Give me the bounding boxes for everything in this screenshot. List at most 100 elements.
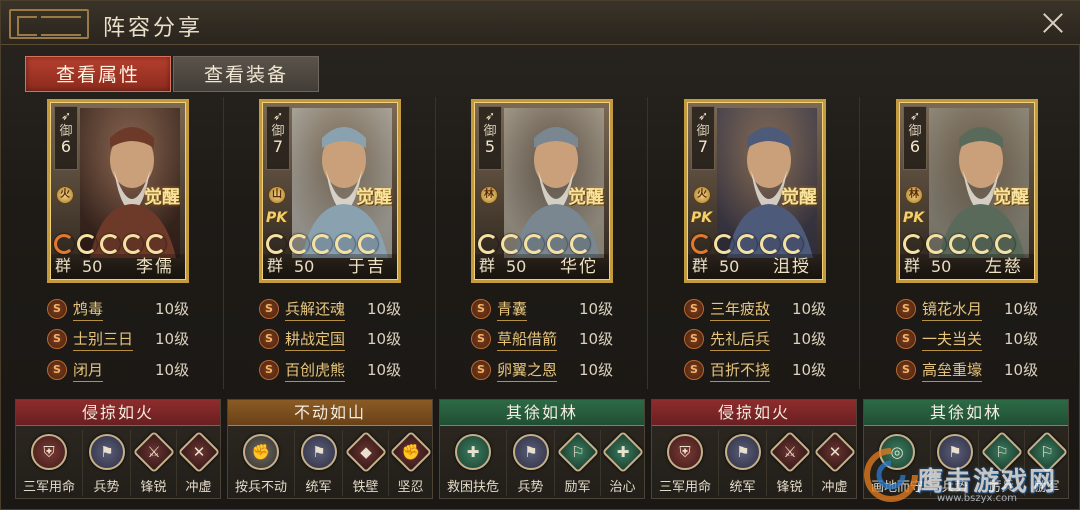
defense-tag: ➶ 御 6: [54, 106, 78, 170]
skill-name[interactable]: 三年疲敌: [710, 298, 771, 321]
tactic-name: 统军: [305, 480, 332, 495]
tactic-group-header: 侵掠如火: [16, 400, 220, 426]
star-rating: [691, 234, 803, 254]
tactic-item[interactable]: ⚑ 统军: [718, 430, 766, 496]
skill-grade-icon: S: [471, 360, 491, 380]
tactic-group-header: 其徐如林: [864, 400, 1068, 426]
tactic-item[interactable]: ⛨ 三军用命: [652, 430, 718, 496]
awakened-badge: 觉醒: [993, 187, 1029, 208]
skill-name[interactable]: 一夫当关: [922, 328, 983, 351]
skill-row[interactable]: S 草船借箭 10级: [471, 327, 631, 351]
skill-name[interactable]: 青囊: [497, 298, 528, 321]
hero-faction: 群: [55, 256, 72, 275]
tactic-item[interactable]: ⚔ 锋锐: [130, 430, 176, 496]
skill-level: 10级: [579, 361, 614, 379]
hero-level: 50: [719, 257, 740, 276]
skill-row[interactable]: S 闭月 10级: [47, 358, 207, 382]
skill-name[interactable]: 百创虎熊: [285, 359, 346, 382]
shield-icon: ⛨: [667, 434, 703, 470]
tactic-group: 其徐如林 ✚ 救困扶危 ⚑ 兵势 ⚐ 励军 ✚ 治心: [439, 399, 645, 499]
hero-card[interactable]: ➶ 御 5 林 觉醒 群 50 华佗: [471, 99, 613, 283]
skill-row[interactable]: S 一夫当关 10级: [896, 327, 1056, 351]
awakened-badge: 觉醒: [781, 187, 817, 208]
skill-row[interactable]: S 青囊 10级: [471, 297, 631, 321]
tab-view-attributes[interactable]: 查看属性: [25, 56, 171, 92]
tactic-item[interactable]: ⚑ 兵势: [506, 430, 554, 496]
skill-row[interactable]: S 耕战定国 10级: [259, 327, 419, 351]
skill-row[interactable]: S 镜花水月 10级: [896, 297, 1056, 321]
banner-icon: ⚑: [725, 434, 761, 470]
tactic-item[interactable]: ⚑ 兵势: [82, 430, 130, 496]
defense-tag: ➶ 御 5: [478, 106, 502, 170]
weapon-icon: ➶: [697, 109, 709, 123]
skill-name[interactable]: 闭月: [73, 359, 104, 382]
skill-level: 10级: [1004, 361, 1039, 379]
skill-name[interactable]: 耕战定国: [285, 328, 346, 351]
hero-card[interactable]: ➶ 御 7 火 PK 觉醒 群 50 沮授: [684, 99, 826, 283]
star-icon: [524, 234, 544, 254]
title-bar: 阵容分享: [1, 1, 1080, 45]
skill-row[interactable]: S 兵解还魂 10级: [259, 297, 419, 321]
skill-row[interactable]: S 鸩毒 10级: [47, 297, 207, 321]
hero-card[interactable]: ➶ 御 6 火 觉醒 群 50 李儒: [47, 99, 189, 283]
tactic-item[interactable]: ⚑ 统军: [294, 430, 342, 496]
tactic-name: 铁壁: [352, 480, 379, 495]
star-icon: [926, 234, 946, 254]
skill-name[interactable]: 卵翼之恩: [497, 359, 558, 382]
star-icon: [289, 234, 309, 254]
skill-level: 10级: [579, 330, 614, 348]
tab-view-equipment[interactable]: 查看装备: [173, 56, 319, 92]
tactic-item[interactable]: ✊ 坚忍: [388, 430, 433, 496]
tactic-group-header: 其徐如林: [440, 400, 644, 426]
hero-card[interactable]: ➶ 御 6 林 PK 觉醒 群 50 左慈: [896, 99, 1038, 283]
weapon-icon: ➶: [60, 109, 72, 123]
skill-grade-icon: S: [684, 360, 704, 380]
skill-row[interactable]: S 高垒重壕 10级: [896, 358, 1056, 382]
skill-name[interactable]: 草船借箭: [497, 328, 558, 351]
tactic-item[interactable]: ✕ 冲虚: [176, 430, 221, 496]
skill-row[interactable]: S 先礼后兵 10级: [684, 327, 844, 351]
tactic-item[interactable]: ⚐ 励军: [554, 430, 600, 496]
tactic-item[interactable]: ✊ 按兵不动: [228, 430, 294, 496]
skill-name[interactable]: 先礼后兵: [710, 328, 771, 351]
column-divider: [859, 97, 860, 389]
close-button[interactable]: [1039, 9, 1067, 37]
tactic-item[interactable]: ⚔ 锋锐: [766, 430, 812, 496]
defense-value: 7: [272, 137, 284, 156]
skill-name[interactable]: 兵解还魂: [285, 298, 346, 321]
skill-name[interactable]: 鸩毒: [73, 298, 104, 321]
skill-row[interactable]: S 百折不挠 10级: [684, 358, 844, 382]
skill-name[interactable]: 高垒重壕: [922, 359, 983, 382]
tactic-item[interactable]: ✚ 救困扶危: [440, 430, 506, 496]
tactic-item[interactable]: ◆ 铁壁: [342, 430, 388, 496]
tactic-item[interactable]: ✕ 冲虚: [812, 430, 857, 496]
skill-name[interactable]: 镜花水月: [922, 298, 983, 321]
star-icon: [146, 234, 166, 254]
star-icon: [570, 234, 590, 254]
tactic-name: 按兵不动: [234, 480, 287, 495]
hero-level: 50: [506, 257, 527, 276]
tactic-name: 治心: [609, 480, 636, 495]
skill-row[interactable]: S 百创虎熊 10级: [259, 358, 419, 382]
tactic-name: 三军用命: [658, 480, 711, 495]
skill-row[interactable]: S 三年疲敌 10级: [684, 297, 844, 321]
tactic-item[interactable]: ✚ 治心: [600, 430, 645, 496]
skill-name[interactable]: 士别三日: [73, 328, 134, 351]
skill-name[interactable]: 百折不挠: [710, 359, 771, 382]
tactic-name: 励军: [564, 480, 591, 495]
tactic-name: 兵势: [517, 480, 544, 495]
watermark-url: www.bszyx.com: [937, 493, 1017, 504]
tactic-name: 冲虚: [821, 480, 848, 495]
skill-row[interactable]: S 士别三日 10级: [47, 327, 207, 351]
skill-grade-icon: S: [896, 299, 916, 319]
heal-icon: ✚: [601, 430, 645, 474]
hero-faction: 群: [692, 256, 709, 275]
shield-icon: ⛨: [31, 434, 67, 470]
hero-card[interactable]: ➶ 御 7 山 PK 觉醒 群 50 于吉: [259, 99, 401, 283]
weapon-icon: ➶: [272, 109, 284, 123]
defense-tag: ➶ 御 6: [903, 106, 927, 170]
tactic-item[interactable]: ⛨ 三军用命: [16, 430, 82, 496]
fist-icon: ✊: [243, 434, 279, 470]
skill-row[interactable]: S 卵翼之恩 10级: [471, 358, 631, 382]
skill-grade-icon: S: [47, 299, 67, 319]
